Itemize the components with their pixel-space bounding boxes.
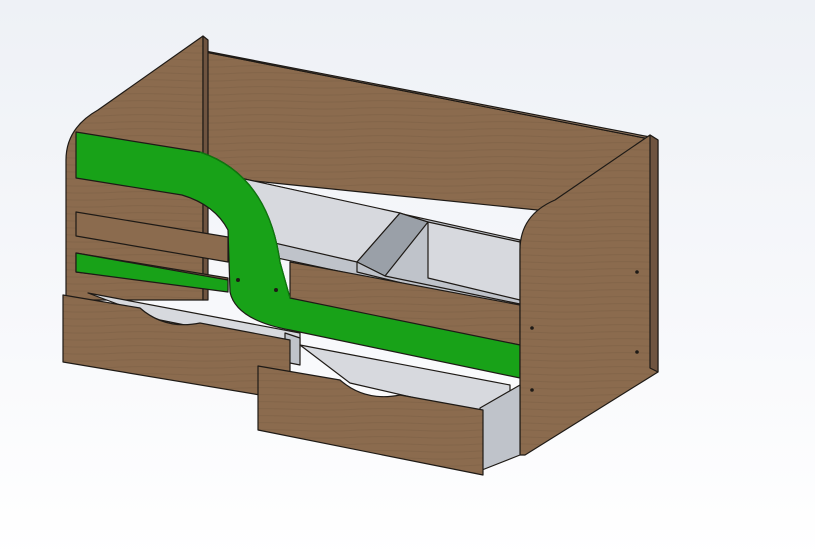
bed-3d-model: [0, 0, 815, 559]
side-bolt-2: [635, 270, 639, 274]
side-bolt-4: [530, 388, 534, 392]
guard-bolt-2: [274, 288, 278, 292]
side-bolt-3: [635, 350, 639, 354]
cad-viewport: [0, 0, 815, 559]
side-bolt-1: [530, 326, 534, 330]
guard-bolt-1: [236, 278, 240, 282]
right-side-panel-edge: [649, 134, 659, 373]
